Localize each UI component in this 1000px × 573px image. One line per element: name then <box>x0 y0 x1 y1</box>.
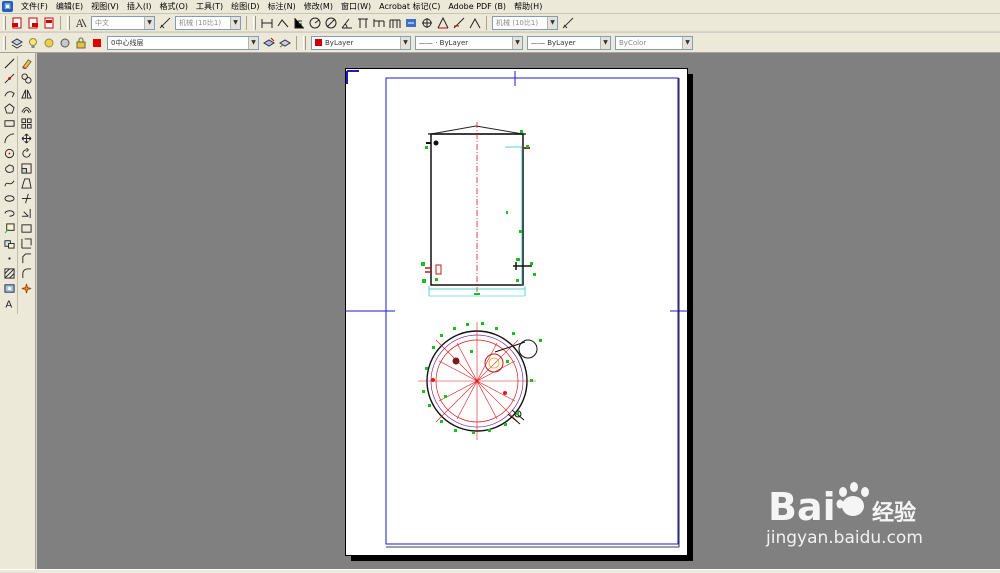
svg-text:Bai: Bai <box>768 485 836 529</box>
sheet-frame <box>345 70 688 545</box>
tank-plan-view <box>418 322 542 440</box>
paw-icon <box>836 482 869 516</box>
tank-elevation-view <box>421 122 536 297</box>
cad-application-window: ▣ 文件(F) 编辑(E) 视图(V) 插入(I) 格式(O) 工具(T) 绘图… <box>0 0 1000 573</box>
layout-tabs-strip[interactable] <box>0 569 1000 573</box>
svg-text:经验: 经验 <box>872 500 916 526</box>
watermark-url: jingyan.baidu.com <box>766 528 923 548</box>
